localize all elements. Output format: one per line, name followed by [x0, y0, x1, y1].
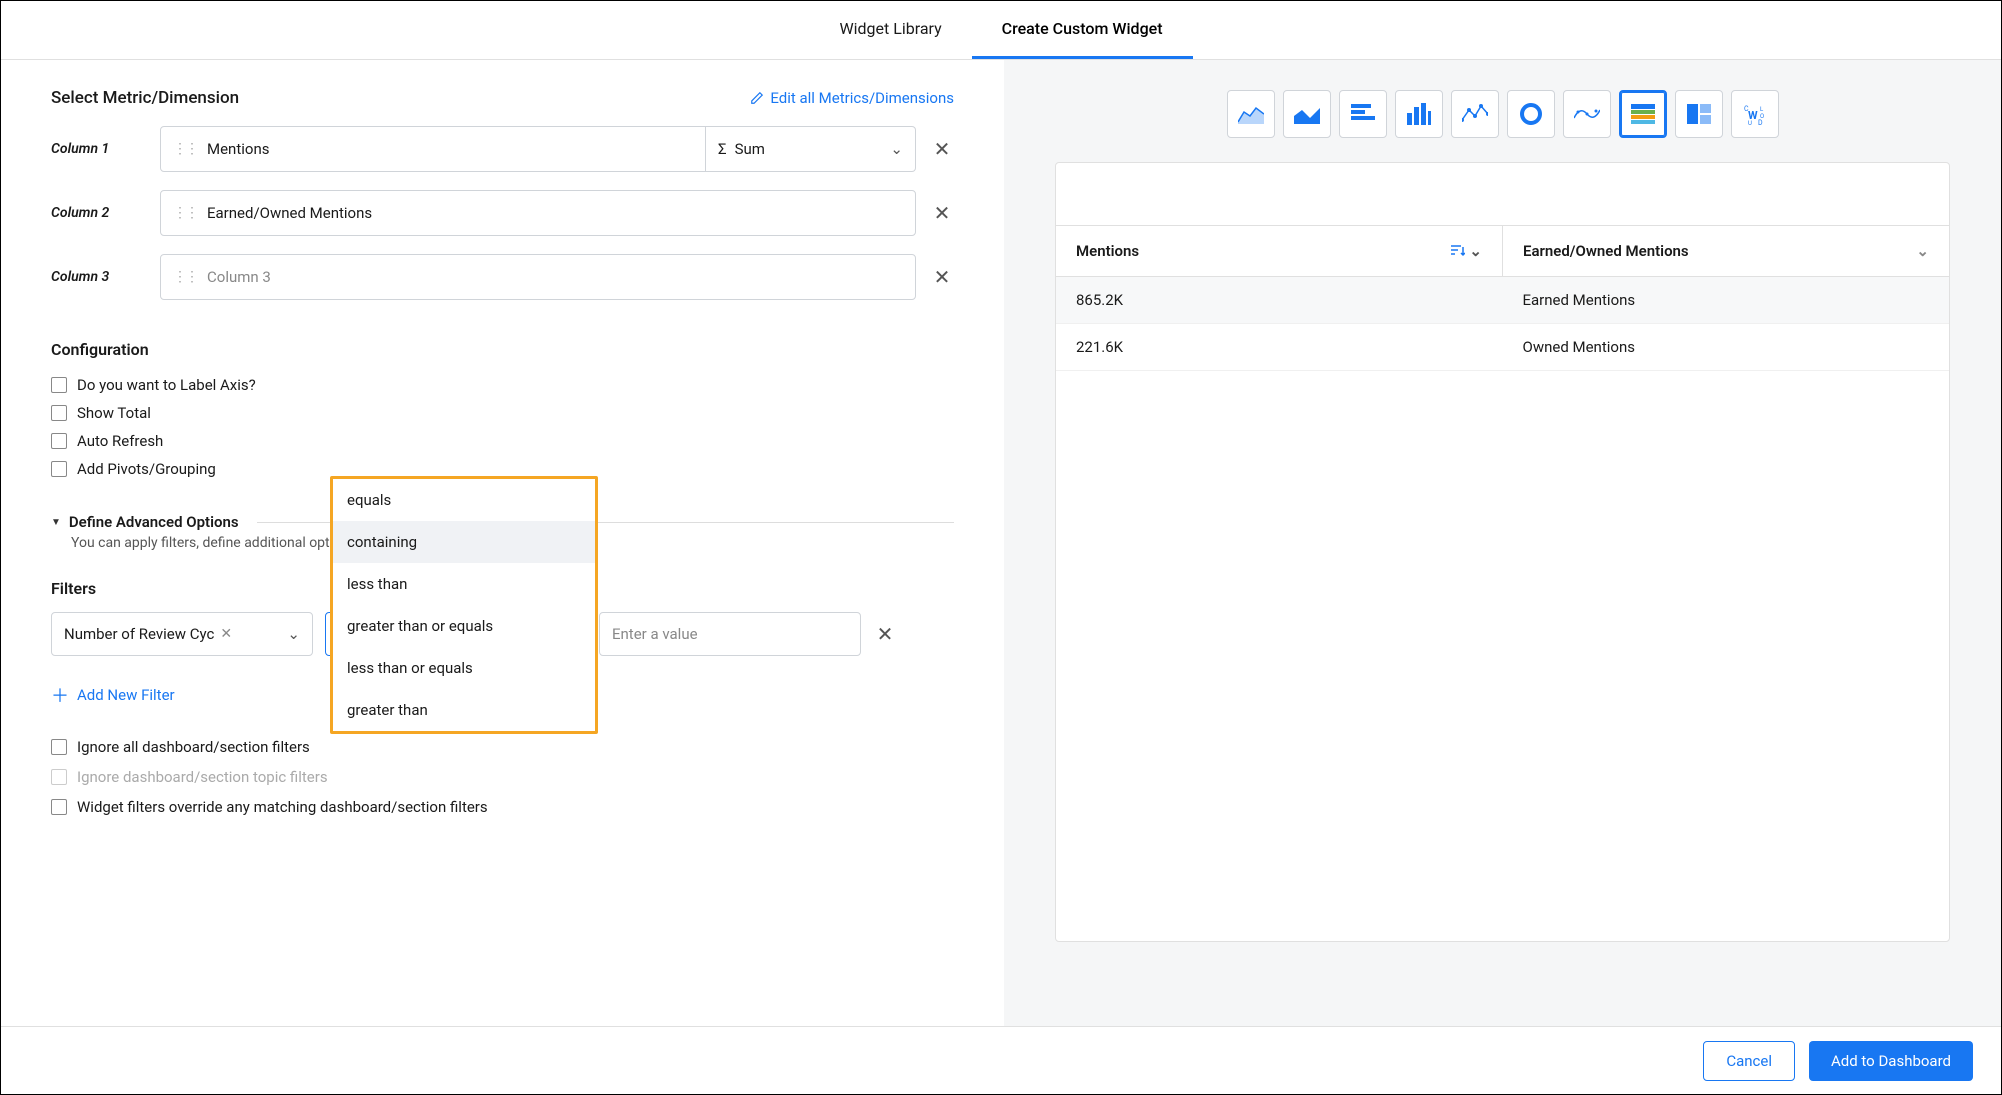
chart-type-line[interactable] — [1451, 90, 1499, 138]
svg-text:U: U — [1748, 120, 1752, 125]
chart-type-area[interactable] — [1227, 90, 1275, 138]
chart-type-stacked[interactable] — [1619, 90, 1667, 138]
cancel-button[interactable]: Cancel — [1703, 1041, 1795, 1081]
override-filters-checkbox[interactable] — [51, 799, 67, 815]
operator-option-greater-than[interactable]: greater than — [333, 689, 595, 731]
table-row: 221.6K Owned Mentions — [1056, 324, 1949, 371]
filter-metric-select[interactable]: Number of Review Cyc ✕ ⌄ — [51, 612, 313, 656]
cell-mentions: 865.2K — [1056, 277, 1503, 323]
drag-handle-icon: ⋮⋮ — [173, 205, 197, 221]
cell-mentions: 221.6K — [1056, 324, 1503, 370]
operator-dropdown: equals containing less than greater than… — [330, 476, 598, 734]
operator-option-equals[interactable]: equals — [333, 479, 595, 521]
chevron-down-icon: ⌄ — [1916, 242, 1929, 260]
column-1-metric-field[interactable]: ⋮⋮ Mentions — [160, 126, 706, 172]
cell-type: Earned Mentions — [1503, 277, 1950, 323]
operator-option-less-than[interactable]: less than — [333, 563, 595, 605]
show-total-label: Show Total — [77, 404, 151, 422]
select-metric-header: Select Metric/Dimension — [51, 88, 239, 108]
config-panel: Select Metric/Dimension Edit all Metrics… — [1, 60, 1004, 1026]
chart-type-grid[interactable] — [1675, 90, 1723, 138]
show-total-checkbox[interactable] — [51, 405, 67, 421]
column-1-metric-value: Mentions — [207, 140, 269, 158]
plus-icon: ＋ — [51, 682, 69, 708]
chart-type-spline[interactable] — [1563, 90, 1611, 138]
chevron-down-icon: ⌄ — [287, 625, 300, 643]
remove-column-2-button[interactable]: ✕ — [930, 201, 954, 225]
add-new-filter-label: Add New Filter — [77, 686, 175, 704]
column-1-label: Column 1 — [51, 141, 146, 157]
preview-column-earned-owned-label: Earned/Owned Mentions — [1523, 242, 1689, 260]
label-axis-checkbox[interactable] — [51, 377, 67, 393]
ignore-topic-filters-label: Ignore dashboard/section topic filters — [77, 768, 328, 786]
column-3-metric-field[interactable]: ⋮⋮ Column 3 — [160, 254, 916, 300]
ignore-all-filters-label: Ignore all dashboard/section filters — [77, 738, 310, 756]
tab-widget-library[interactable]: Widget Library — [809, 1, 971, 59]
chevron-down-icon: ⌄ — [890, 140, 903, 158]
configuration-header: Configuration — [51, 340, 954, 359]
operator-option-lte[interactable]: less than or equals — [333, 647, 595, 689]
ignore-topic-filters-checkbox — [51, 769, 67, 785]
clear-filter-metric-icon[interactable]: ✕ — [220, 626, 232, 642]
tab-create-custom-widget[interactable]: Create Custom Widget — [972, 1, 1193, 59]
operator-option-containing[interactable]: containing — [333, 521, 595, 563]
column-2-label: Column 2 — [51, 205, 146, 221]
remove-filter-button[interactable]: ✕ — [873, 622, 897, 646]
column-3-placeholder: Column 3 — [207, 268, 271, 286]
chart-type-selector: CLWOUD — [1227, 90, 1779, 138]
label-axis-label: Do you want to Label Axis? — [77, 376, 256, 394]
remove-column-1-button[interactable]: ✕ — [930, 137, 954, 161]
dialog-footer: Cancel Add to Dashboard — [1, 1026, 2001, 1094]
auto-refresh-checkbox[interactable] — [51, 433, 67, 449]
operator-option-gte[interactable]: greater than or equals — [333, 605, 595, 647]
advanced-options-header: Define Advanced Options — [69, 513, 239, 531]
filter-value-placeholder: Enter a value — [612, 625, 698, 643]
preview-column-earned-owned[interactable]: Earned/Owned Mentions ⌄ — [1503, 226, 1949, 276]
table-row: 865.2K Earned Mentions — [1056, 277, 1949, 324]
sort-desc-icon — [1451, 245, 1465, 257]
chart-type-word-cloud[interactable]: CLWOUD — [1731, 90, 1779, 138]
edit-all-metrics-label: Edit all Metrics/Dimensions — [770, 89, 954, 107]
preview-panel: CLWOUD Mentions ⌄ Earned/Owned Mentions … — [1004, 60, 2001, 1026]
top-tabs: Widget Library Create Custom Widget — [1, 1, 2001, 60]
preview-column-mentions[interactable]: Mentions ⌄ — [1056, 226, 1503, 276]
pencil-icon — [750, 91, 764, 105]
column-2-metric-value: Earned/Owned Mentions — [207, 204, 372, 222]
drag-handle-icon: ⋮⋮ — [173, 269, 197, 285]
add-to-dashboard-button[interactable]: Add to Dashboard — [1809, 1041, 1973, 1081]
column-1-agg-value: Sum — [735, 140, 765, 158]
chart-type-donut[interactable] — [1507, 90, 1555, 138]
add-pivots-label: Add Pivots/Grouping — [77, 460, 216, 478]
filter-value-input[interactable]: Enter a value — [599, 612, 861, 656]
cell-type: Owned Mentions — [1503, 324, 1950, 370]
edit-all-metrics-link[interactable]: Edit all Metrics/Dimensions — [750, 89, 954, 107]
svg-text:D: D — [1758, 119, 1763, 125]
sigma-icon: Σ — [718, 140, 727, 158]
filter-metric-value: Number of Review Cyc — [64, 625, 214, 643]
remove-column-3-button[interactable]: ✕ — [930, 265, 954, 289]
chart-type-bar-horizontal[interactable] — [1339, 90, 1387, 138]
column-1-aggregation-select[interactable]: Σ Sum ⌄ — [706, 126, 916, 172]
svg-text:L: L — [1760, 106, 1764, 113]
chart-type-bar-vertical[interactable] — [1395, 90, 1443, 138]
collapse-triangle-icon[interactable]: ▼ — [51, 517, 61, 528]
column-3-label: Column 3 — [51, 269, 146, 285]
chart-type-filled-area[interactable] — [1283, 90, 1331, 138]
chevron-down-icon: ⌄ — [1469, 242, 1482, 260]
column-2-metric-field[interactable]: ⋮⋮ Earned/Owned Mentions — [160, 190, 916, 236]
ignore-all-filters-checkbox[interactable] — [51, 739, 67, 755]
drag-handle-icon: ⋮⋮ — [173, 141, 197, 157]
add-pivots-checkbox[interactable] — [51, 461, 67, 477]
override-filters-label: Widget filters override any matching das… — [77, 798, 488, 816]
widget-preview: Mentions ⌄ Earned/Owned Mentions ⌄ 865.2… — [1055, 162, 1950, 942]
auto-refresh-label: Auto Refresh — [77, 432, 163, 450]
preview-column-mentions-label: Mentions — [1076, 242, 1139, 260]
